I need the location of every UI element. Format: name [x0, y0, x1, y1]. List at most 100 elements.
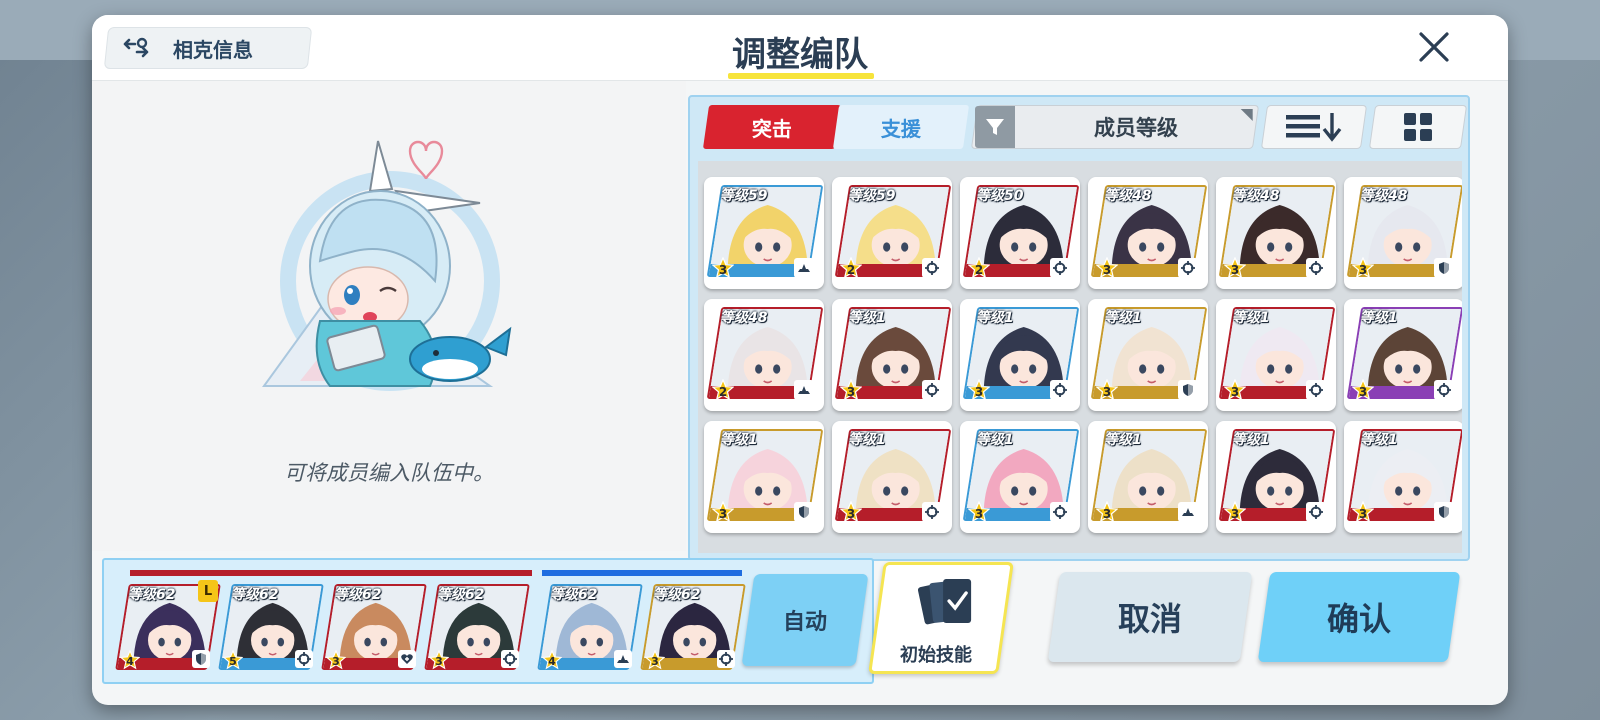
- skill-cards-icon: [917, 579, 972, 625]
- close-button[interactable]: [1412, 25, 1456, 69]
- character-level: 等级48: [1360, 188, 1408, 204]
- target-icon: [1306, 258, 1326, 278]
- character-level: 等级48: [720, 310, 768, 326]
- tab-attack[interactable]: 突击: [702, 105, 842, 149]
- auto-formation-button[interactable]: 自动: [741, 574, 869, 666]
- roster-character-card[interactable]: 等级48 3: [1088, 177, 1208, 289]
- roster-character-card[interactable]: 等级1 3: [704, 421, 824, 533]
- roster-list[interactable]: 等级59 3 等级59 2 等级50 2 等级48 3 等级48 3 等级48 3 等级48 2 等级1 3 等…: [698, 161, 1462, 553]
- star-rank: 3: [651, 655, 659, 668]
- roster-character-card[interactable]: 等级1 3: [832, 421, 952, 533]
- character-level: 等级1: [1104, 432, 1142, 448]
- character-level: 等级1: [1104, 310, 1142, 326]
- team-character-card[interactable]: 等级62 4: [537, 582, 643, 674]
- roster-character-card[interactable]: 等级1 3: [1216, 299, 1336, 411]
- team-character-card[interactable]: 等级62 4 L: [115, 580, 221, 674]
- star-rank: 3: [846, 385, 856, 399]
- character-level: 等级1: [720, 432, 758, 448]
- star-rank: 2: [846, 263, 856, 277]
- star-rank: 3: [718, 507, 728, 521]
- mascot-illustration: [262, 140, 512, 391]
- roster-character-card[interactable]: 等级1 3: [832, 299, 952, 411]
- title-underline: [728, 73, 874, 79]
- target-icon: [295, 650, 313, 668]
- roster-character-card[interactable]: 等级1 3: [960, 299, 1080, 411]
- roster-character-card[interactable]: 等级59 2: [832, 177, 952, 289]
- roster-toolbar: 突击 支援 成员等级: [702, 105, 1468, 151]
- star-rank: 3: [435, 655, 443, 668]
- character-level: 等级1: [976, 432, 1014, 448]
- dropdown-corner-icon: [1240, 109, 1253, 121]
- swap-arrows-icon: [123, 37, 149, 58]
- roster-character-card[interactable]: 等级1 3: [1088, 421, 1208, 533]
- target-icon: [1050, 258, 1070, 278]
- team-character-card[interactable]: 等级62 3: [424, 582, 530, 674]
- target-icon: [1306, 380, 1326, 400]
- roster-character-card[interactable]: 等级48 3: [1344, 177, 1462, 289]
- character-level: 等级59: [848, 188, 896, 204]
- team-character-card[interactable]: 等级62 5: [218, 582, 324, 674]
- initial-skill-label: 初始技能: [899, 645, 972, 666]
- team-slots: 等级62 4 L 等级62 5 等级62 3 等级62 3 等级62 4 等级62 3: [115, 580, 746, 674]
- filter-icon: [975, 106, 1015, 148]
- target-icon: [922, 502, 942, 522]
- affinity-info-button[interactable]: 相克信息: [103, 27, 313, 69]
- star-rank: 3: [1358, 263, 1368, 277]
- tab-attack-label: 突击: [752, 116, 792, 141]
- roster-character-card[interactable]: 等级1 3: [1088, 299, 1208, 411]
- character-level: 等级62: [437, 587, 485, 603]
- filter-dropdown[interactable]: 成员等级: [970, 105, 1260, 149]
- cancel-label: 取消: [1117, 600, 1182, 638]
- star-rank: 5: [229, 655, 237, 668]
- star-rank: 3: [846, 507, 856, 521]
- character-level: 等级50: [976, 188, 1024, 204]
- star-rank: 3: [1230, 385, 1240, 399]
- roster-character-card[interactable]: 等级1 3: [1216, 421, 1336, 533]
- confirm-button[interactable]: 确认: [1257, 572, 1461, 662]
- tank-icon: [794, 380, 814, 400]
- character-level: 等级62: [550, 587, 598, 603]
- roster-panel: 突击 支援 成员等级 等级59 3 等级59 2 等级50 2 等级48 3 等…: [688, 95, 1470, 561]
- target-icon: [1434, 380, 1454, 400]
- roster-character-card[interactable]: 等级1 3: [1344, 421, 1462, 533]
- auto-formation-label: 自动: [782, 610, 827, 635]
- grid-view-icon: [1404, 113, 1432, 141]
- star-rank: 4: [548, 655, 556, 668]
- cancel-button[interactable]: 取消: [1047, 572, 1253, 662]
- star-rank: 3: [718, 263, 728, 277]
- dialog-header: 相克信息 调整编队: [92, 15, 1508, 81]
- tab-support-label: 支援: [881, 116, 921, 141]
- view-mode-button[interactable]: [1368, 105, 1468, 149]
- roster-grid: 等级59 3 等级59 2 等级50 2 等级48 3 等级48 3 等级48 3 等级48 2 等级1 3 等…: [704, 177, 1462, 533]
- empty-team-hint: 可将成员编入队伍中。: [284, 461, 494, 485]
- character-level: 等级1: [1232, 432, 1270, 448]
- team-preview-area: 可将成员编入队伍中。: [92, 81, 686, 551]
- target-icon: [922, 380, 942, 400]
- target-icon: [1306, 502, 1326, 522]
- roster-character-card[interactable]: 等级50 2: [960, 177, 1080, 289]
- star-rank: 3: [1358, 507, 1368, 521]
- roster-character-card[interactable]: 等级48 3: [1216, 177, 1336, 289]
- team-character-card[interactable]: 等级62 3: [640, 582, 746, 674]
- close-icon: [1419, 32, 1449, 62]
- initial-skill-button[interactable]: 初始技能: [868, 562, 1014, 674]
- target-icon: [501, 650, 519, 668]
- character-level: 等级48: [1232, 188, 1280, 204]
- heal-icon: [398, 650, 416, 668]
- character-level: 等级62: [334, 587, 382, 603]
- team-character-card[interactable]: 等级62 3: [321, 582, 427, 674]
- star-rank: 3: [974, 507, 984, 521]
- star-rank: 4: [126, 655, 134, 668]
- star-rank: 3: [1102, 263, 1112, 277]
- shield-icon: [794, 502, 814, 522]
- target-icon: [922, 258, 942, 278]
- roster-character-card[interactable]: 等级48 2: [704, 299, 824, 411]
- star-rank: 3: [1102, 507, 1112, 521]
- roster-character-card[interactable]: 等级59 3: [704, 177, 824, 289]
- target-icon: [1050, 380, 1070, 400]
- sort-descending-icon: [1286, 113, 1342, 142]
- tab-support[interactable]: 支援: [832, 105, 970, 149]
- roster-character-card[interactable]: 等级1 3: [960, 421, 1080, 533]
- sort-order-button[interactable]: [1260, 105, 1368, 149]
- roster-character-card[interactable]: 等级1 3: [1344, 299, 1462, 411]
